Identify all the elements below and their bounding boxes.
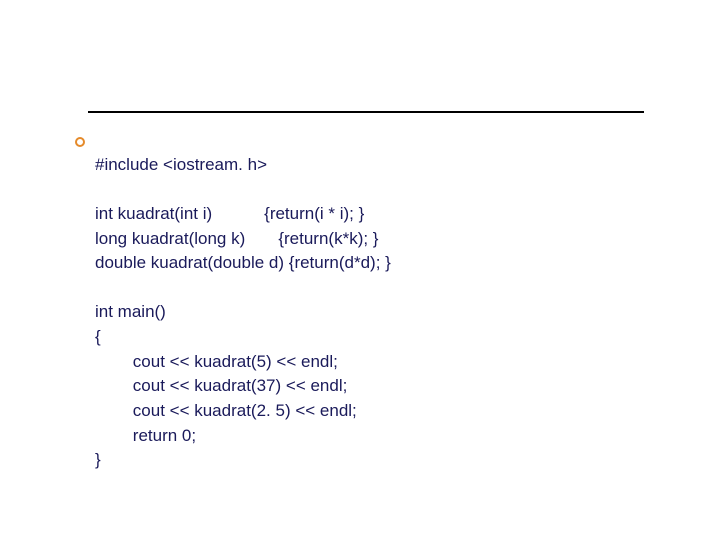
code-fn1-body: {return(i * i); }: [264, 204, 364, 223]
slide: #include <iostream. h> int kuadrat(int i…: [0, 0, 720, 540]
code-fn3-sig: double kuadrat(double d): [95, 253, 284, 272]
code-brace-close: }: [95, 450, 101, 469]
code-brace-open: {: [95, 327, 101, 346]
bullet-icon: [75, 137, 85, 147]
divider-top: [88, 111, 644, 113]
code-fn3-body: {return(d*d); }: [289, 253, 391, 272]
code-stmt-return: return 0;: [133, 426, 196, 445]
code-stmt-cout-37: cout << kuadrat(37) << endl;: [133, 376, 348, 395]
code-fn2-sig: long kuadrat(long k): [95, 229, 245, 248]
code-main-decl: int main(): [95, 302, 166, 321]
code-block: #include <iostream. h> int kuadrat(int i…: [95, 128, 655, 498]
code-include-line: #include <iostream. h>: [95, 155, 267, 174]
code-stmt-cout-2-5: cout << kuadrat(2. 5) << endl;: [133, 401, 357, 420]
code-fn2-body: {return(k*k); }: [278, 229, 378, 248]
code-stmt-cout-5: cout << kuadrat(5) << endl;: [133, 352, 338, 371]
code-fn1-sig: int kuadrat(int i): [95, 204, 212, 223]
